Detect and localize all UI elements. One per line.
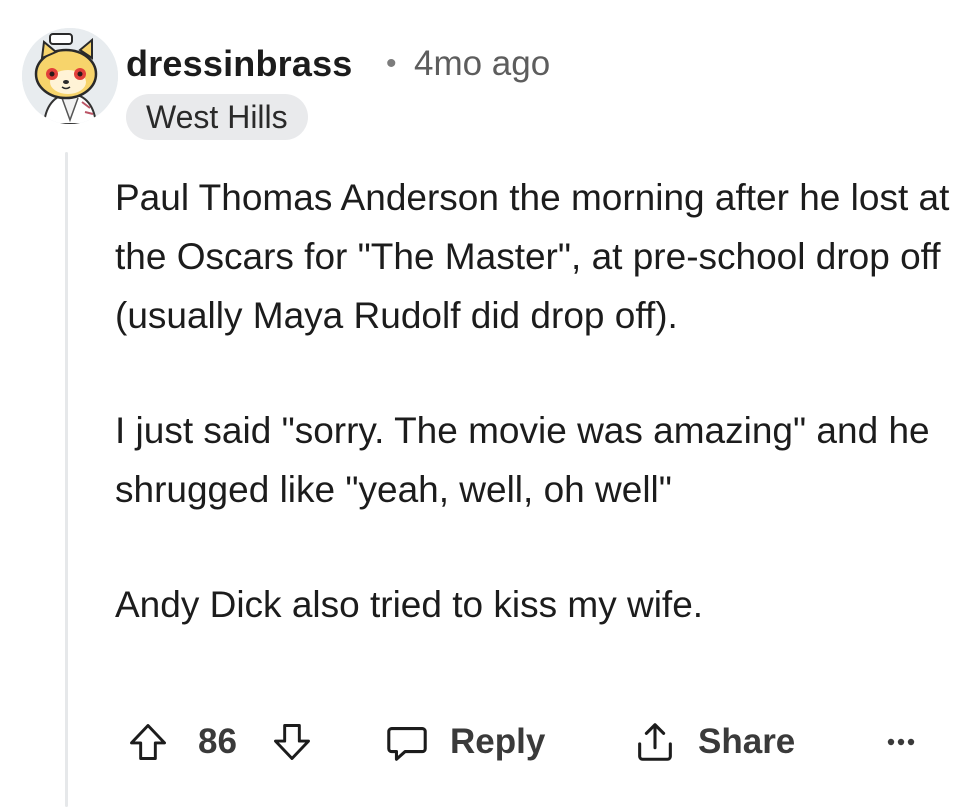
downvote-button[interactable]: [270, 712, 314, 772]
vote-count: 86: [198, 722, 237, 761]
username[interactable]: dressinbrass: [126, 40, 353, 88]
comment-paragraph: Andy Dick also tried to kiss my wife.: [115, 584, 704, 625]
user-avatar[interactable]: [22, 28, 118, 124]
comment-body: Paul Thomas Anderson the morning after h…: [115, 168, 955, 634]
snoo-avatar-icon: [22, 28, 118, 124]
share-arrow-icon: [638, 723, 672, 761]
user-flair: West Hills: [126, 94, 308, 140]
ellipsis-icon: [887, 738, 915, 746]
comment-action-bar: 86 Reply Share: [126, 712, 956, 772]
share-button[interactable]: Share: [632, 712, 795, 772]
speech-bubble-icon: [387, 727, 427, 761]
thread-line[interactable]: [65, 152, 68, 807]
meta-separator: •: [386, 47, 397, 80]
reply-label: Reply: [450, 722, 546, 761]
upvote-arrow-icon: [130, 724, 166, 760]
comment-paragraph: I just said "sorry. The movie was amazin…: [115, 410, 930, 510]
more-options-button[interactable]: [886, 712, 916, 772]
share-label: Share: [698, 722, 796, 761]
downvote-arrow-icon: [274, 724, 310, 760]
comment-age: 4mo ago: [414, 44, 551, 83]
upvote-button[interactable]: [126, 712, 170, 772]
reply-button[interactable]: Reply: [384, 712, 545, 772]
comment-paragraph: Paul Thomas Anderson the morning after h…: [115, 177, 950, 336]
